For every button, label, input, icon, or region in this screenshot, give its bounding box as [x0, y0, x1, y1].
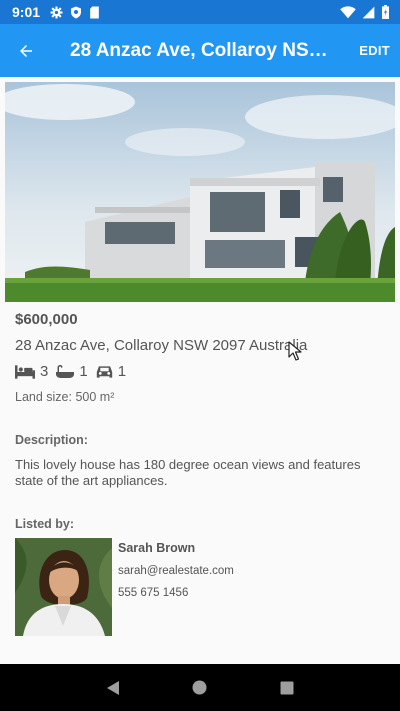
circle-home-icon: [192, 680, 207, 695]
beds-count: 3: [40, 363, 49, 380]
nav-recents-button[interactable]: [280, 681, 294, 695]
edit-button[interactable]: EDIT: [353, 43, 400, 58]
description-text: This lovely house has 180 degree ocean v…: [15, 457, 361, 488]
property-features: 3 1 1: [15, 363, 134, 380]
nav-home-button[interactable]: [192, 680, 207, 695]
status-time: 9:01: [12, 4, 41, 20]
page-title: 28 Anzac Ave, Collaroy NSW 2097 Australi…: [70, 39, 353, 61]
app-bar: 28 Anzac Ave, Collaroy NSW 2097 Australi…: [0, 24, 400, 77]
bed-icon: [15, 364, 35, 379]
car-icon: [96, 365, 112, 378]
nav-back-button[interactable]: [106, 680, 120, 696]
property-photo: [5, 82, 395, 302]
listed-by-label: Listed by:: [15, 517, 75, 531]
system-nav-bar: [0, 664, 400, 711]
agent-name: Sarah Brown: [118, 541, 196, 555]
wifi-icon: [340, 5, 356, 18]
agent-avatar: [15, 538, 112, 636]
battery-icon: [382, 5, 389, 19]
shield-icon: [71, 6, 82, 18]
signal-icon: [362, 6, 375, 18]
status-bar: 9:01: [0, 0, 400, 24]
agent-email[interactable]: sarah@realestate.com: [118, 565, 234, 577]
listing-address: 28 Anzac Ave, Collaroy NSW 2097 Australi…: [15, 337, 308, 354]
listing-price: $600,000: [15, 311, 78, 328]
arrow-back-icon: [20, 44, 32, 57]
back-button[interactable]: [0, 24, 52, 77]
land-size: Land size: 500 m²: [15, 390, 115, 404]
square-recents-icon: [280, 681, 294, 694]
description-label: Description:: [15, 433, 88, 447]
triangle-back-icon: [107, 680, 120, 695]
agent-phone[interactable]: 555 675 1456: [118, 587, 188, 599]
cars-count: 1: [117, 363, 127, 380]
sd-card-icon: [90, 6, 99, 18]
bath-icon: [56, 364, 75, 378]
mouse-cursor-icon: [288, 341, 302, 361]
settings-icon: [50, 6, 63, 18]
baths-count: 1: [79, 363, 88, 380]
